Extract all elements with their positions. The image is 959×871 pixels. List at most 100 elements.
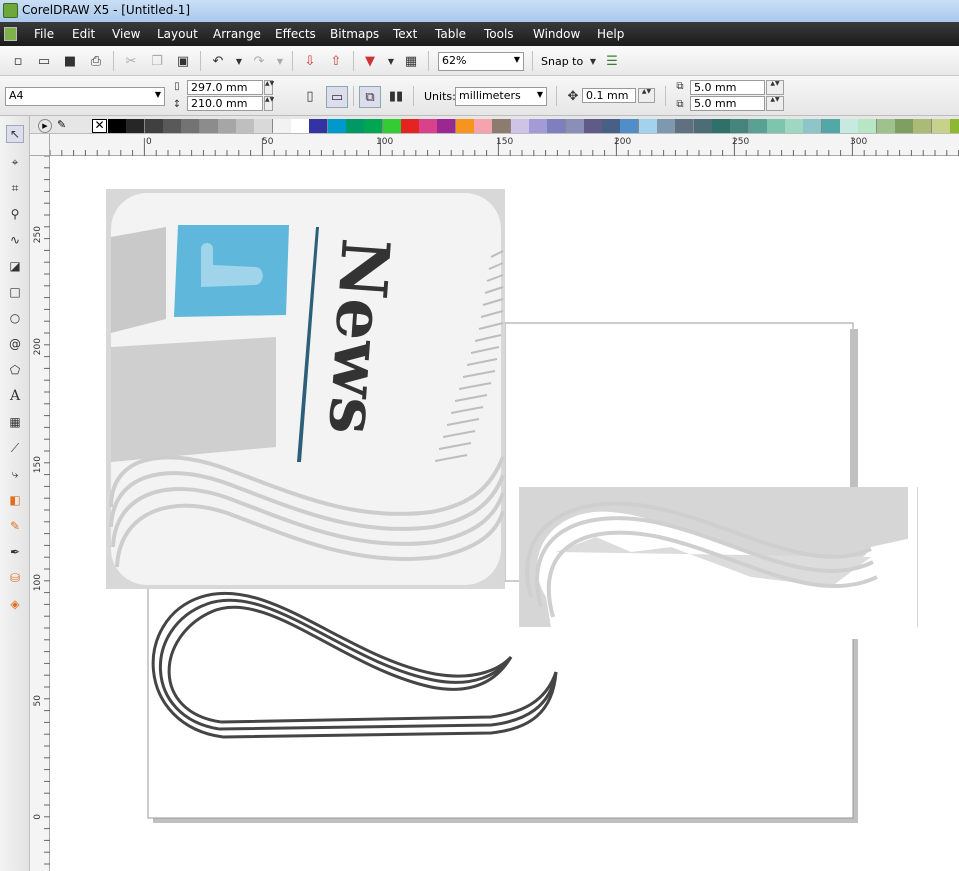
spiral-tool-icon[interactable]: @ xyxy=(6,335,24,353)
snap-to-label[interactable]: Snap to xyxy=(541,55,583,68)
menu-window[interactable]: Window xyxy=(533,27,580,41)
menu-effects[interactable]: Effects xyxy=(275,27,316,41)
menu-bitmaps[interactable]: Bitmaps xyxy=(330,27,379,41)
palette-swatch[interactable] xyxy=(199,119,219,133)
menu-text[interactable]: Text xyxy=(393,27,417,41)
copy-icon[interactable]: ❐ xyxy=(148,52,166,70)
ruler-origin[interactable] xyxy=(30,134,50,156)
no-fill-swatch[interactable]: ✕ xyxy=(92,119,107,133)
menu-table[interactable]: Table xyxy=(435,27,466,41)
palette-swatch[interactable] xyxy=(840,119,859,133)
portrait-icon[interactable]: ▯ xyxy=(301,87,319,105)
crop-tool-icon[interactable]: ⌗ xyxy=(6,179,24,197)
open-folder-icon[interactable]: ▭ xyxy=(35,52,53,70)
fill-tool-icon[interactable]: ⛁ xyxy=(6,569,24,587)
palette-swatch[interactable] xyxy=(675,119,695,133)
palette-swatch[interactable] xyxy=(858,119,878,133)
palette-swatch[interactable] xyxy=(602,119,622,133)
palette-swatch[interactable] xyxy=(419,119,439,133)
palette-swatch[interactable] xyxy=(748,119,768,133)
menu-view[interactable]: View xyxy=(112,27,140,41)
ellipse-tool-icon[interactable]: ○ xyxy=(6,309,24,327)
palette-swatch[interactable] xyxy=(309,119,329,133)
save-icon[interactable]: ■ xyxy=(61,52,79,70)
palette-swatch[interactable] xyxy=(236,119,256,133)
duplicate-y-spinner[interactable]: ▲▼ xyxy=(766,96,784,111)
current-page-icon[interactable]: ▮▮ xyxy=(387,87,405,105)
palette-swatch[interactable] xyxy=(272,119,292,133)
palette-swatch[interactable] xyxy=(766,119,786,133)
palette-swatch[interactable] xyxy=(291,119,310,133)
snap-to-dropdown-icon[interactable]: ▼ xyxy=(584,52,602,70)
menu-file[interactable]: File xyxy=(34,27,54,41)
palette-swatch[interactable] xyxy=(108,119,127,133)
duplicate-x-spinner[interactable]: ▲▼ xyxy=(766,80,784,95)
palette-swatch[interactable] xyxy=(492,119,512,133)
palette-swatch[interactable] xyxy=(913,119,933,133)
nudge-spinner[interactable]: ▲▼ xyxy=(638,88,655,103)
duplicate-x-field[interactable]: 5.0 mm xyxy=(690,80,765,95)
palette-swatch[interactable] xyxy=(583,119,603,133)
page-width-field[interactable]: 297.0 mm xyxy=(187,80,263,95)
redo-dropdown-icon[interactable]: ▼ xyxy=(271,52,289,70)
document-icon[interactable] xyxy=(4,27,17,41)
news-icon-bitmap[interactable]: News xyxy=(106,189,505,589)
undo-dropdown-icon[interactable]: ▼ xyxy=(230,52,248,70)
palette-swatch[interactable] xyxy=(785,119,805,133)
page-height-spinner[interactable]: ▲▼ xyxy=(264,96,274,111)
new-document-icon[interactable]: ▫ xyxy=(9,52,27,70)
palette-swatch[interactable] xyxy=(144,119,164,133)
options-icon[interactable]: ☰ xyxy=(603,52,621,70)
palette-swatch[interactable] xyxy=(455,119,475,133)
palette-swatch[interactable] xyxy=(949,119,959,133)
palette-swatch[interactable] xyxy=(638,119,658,133)
drawing-canvas[interactable]: News xyxy=(51,157,959,871)
nudge-distance-field[interactable]: 0.1 mm xyxy=(582,88,636,103)
color-eyedropper-tool-icon[interactable]: ✎ xyxy=(6,517,24,535)
coreldraw-app-icon[interactable] xyxy=(3,3,18,18)
eyedropper-icon[interactable]: ✎ xyxy=(57,118,71,133)
menu-edit[interactable]: Edit xyxy=(72,27,95,41)
duplicate-y-field[interactable]: 5.0 mm xyxy=(690,96,765,111)
palette-swatch[interactable] xyxy=(528,119,548,133)
zoom-level-select[interactable]: 62% ▼ xyxy=(438,52,524,71)
rectangle-tool-icon[interactable]: □ xyxy=(6,283,24,301)
menu-layout[interactable]: Layout xyxy=(157,27,198,41)
vertical-ruler[interactable]: 250 200 150 100 50 0 xyxy=(30,156,50,871)
palette-swatch[interactable] xyxy=(327,119,347,133)
print-icon[interactable]: ⎙ xyxy=(87,52,105,70)
palette-swatch[interactable] xyxy=(254,119,274,133)
palette-swatch[interactable] xyxy=(400,119,420,133)
palette-swatch[interactable] xyxy=(217,119,237,133)
palette-swatch[interactable] xyxy=(547,119,567,133)
basic-shapes-tool-icon[interactable]: ⬠ xyxy=(6,361,24,379)
palette-swatch[interactable] xyxy=(931,119,951,133)
palette-swatch[interactable] xyxy=(474,119,493,133)
undo-icon[interactable]: ↶ xyxy=(209,52,227,70)
application-launcher-icon[interactable]: ▼ xyxy=(361,52,379,70)
palette-scroll-icon[interactable]: ▶ xyxy=(38,119,52,133)
interactive-fill-tool-icon[interactable]: ◈ xyxy=(6,595,24,613)
dimension-tool-icon[interactable]: ⟋ xyxy=(6,439,24,457)
cut-icon[interactable]: ✂ xyxy=(122,52,140,70)
palette-swatch[interactable] xyxy=(620,119,640,133)
landscape-icon[interactable]: ▭ xyxy=(326,86,348,108)
palette-swatch[interactable] xyxy=(657,119,676,133)
palette-swatch[interactable] xyxy=(364,119,384,133)
export-icon[interactable]: ⇧ xyxy=(327,52,345,70)
palette-swatch[interactable] xyxy=(126,119,146,133)
table-tool-icon[interactable]: ▦ xyxy=(6,413,24,431)
import-icon[interactable]: ⇩ xyxy=(301,52,319,70)
outline-pen-tool-icon[interactable]: ✒ xyxy=(6,543,24,561)
shape-tool-icon[interactable]: ⌖ xyxy=(6,153,24,171)
palette-swatch[interactable] xyxy=(711,119,731,133)
horizontal-ruler[interactable]: 0 50 100 150 200 250 300 xyxy=(50,134,959,156)
menu-tools[interactable]: Tools xyxy=(484,27,514,41)
palette-swatch[interactable] xyxy=(821,119,841,133)
page-width-spinner[interactable]: ▲▼ xyxy=(264,80,274,95)
all-pages-icon[interactable]: ⧉ xyxy=(359,86,381,108)
palette-swatch[interactable] xyxy=(181,119,201,133)
blend-tool-icon[interactable]: ◧ xyxy=(6,491,24,509)
connector-tool-icon[interactable]: ⤷ xyxy=(6,465,24,483)
pick-tool-icon[interactable]: ↖ xyxy=(6,125,24,143)
